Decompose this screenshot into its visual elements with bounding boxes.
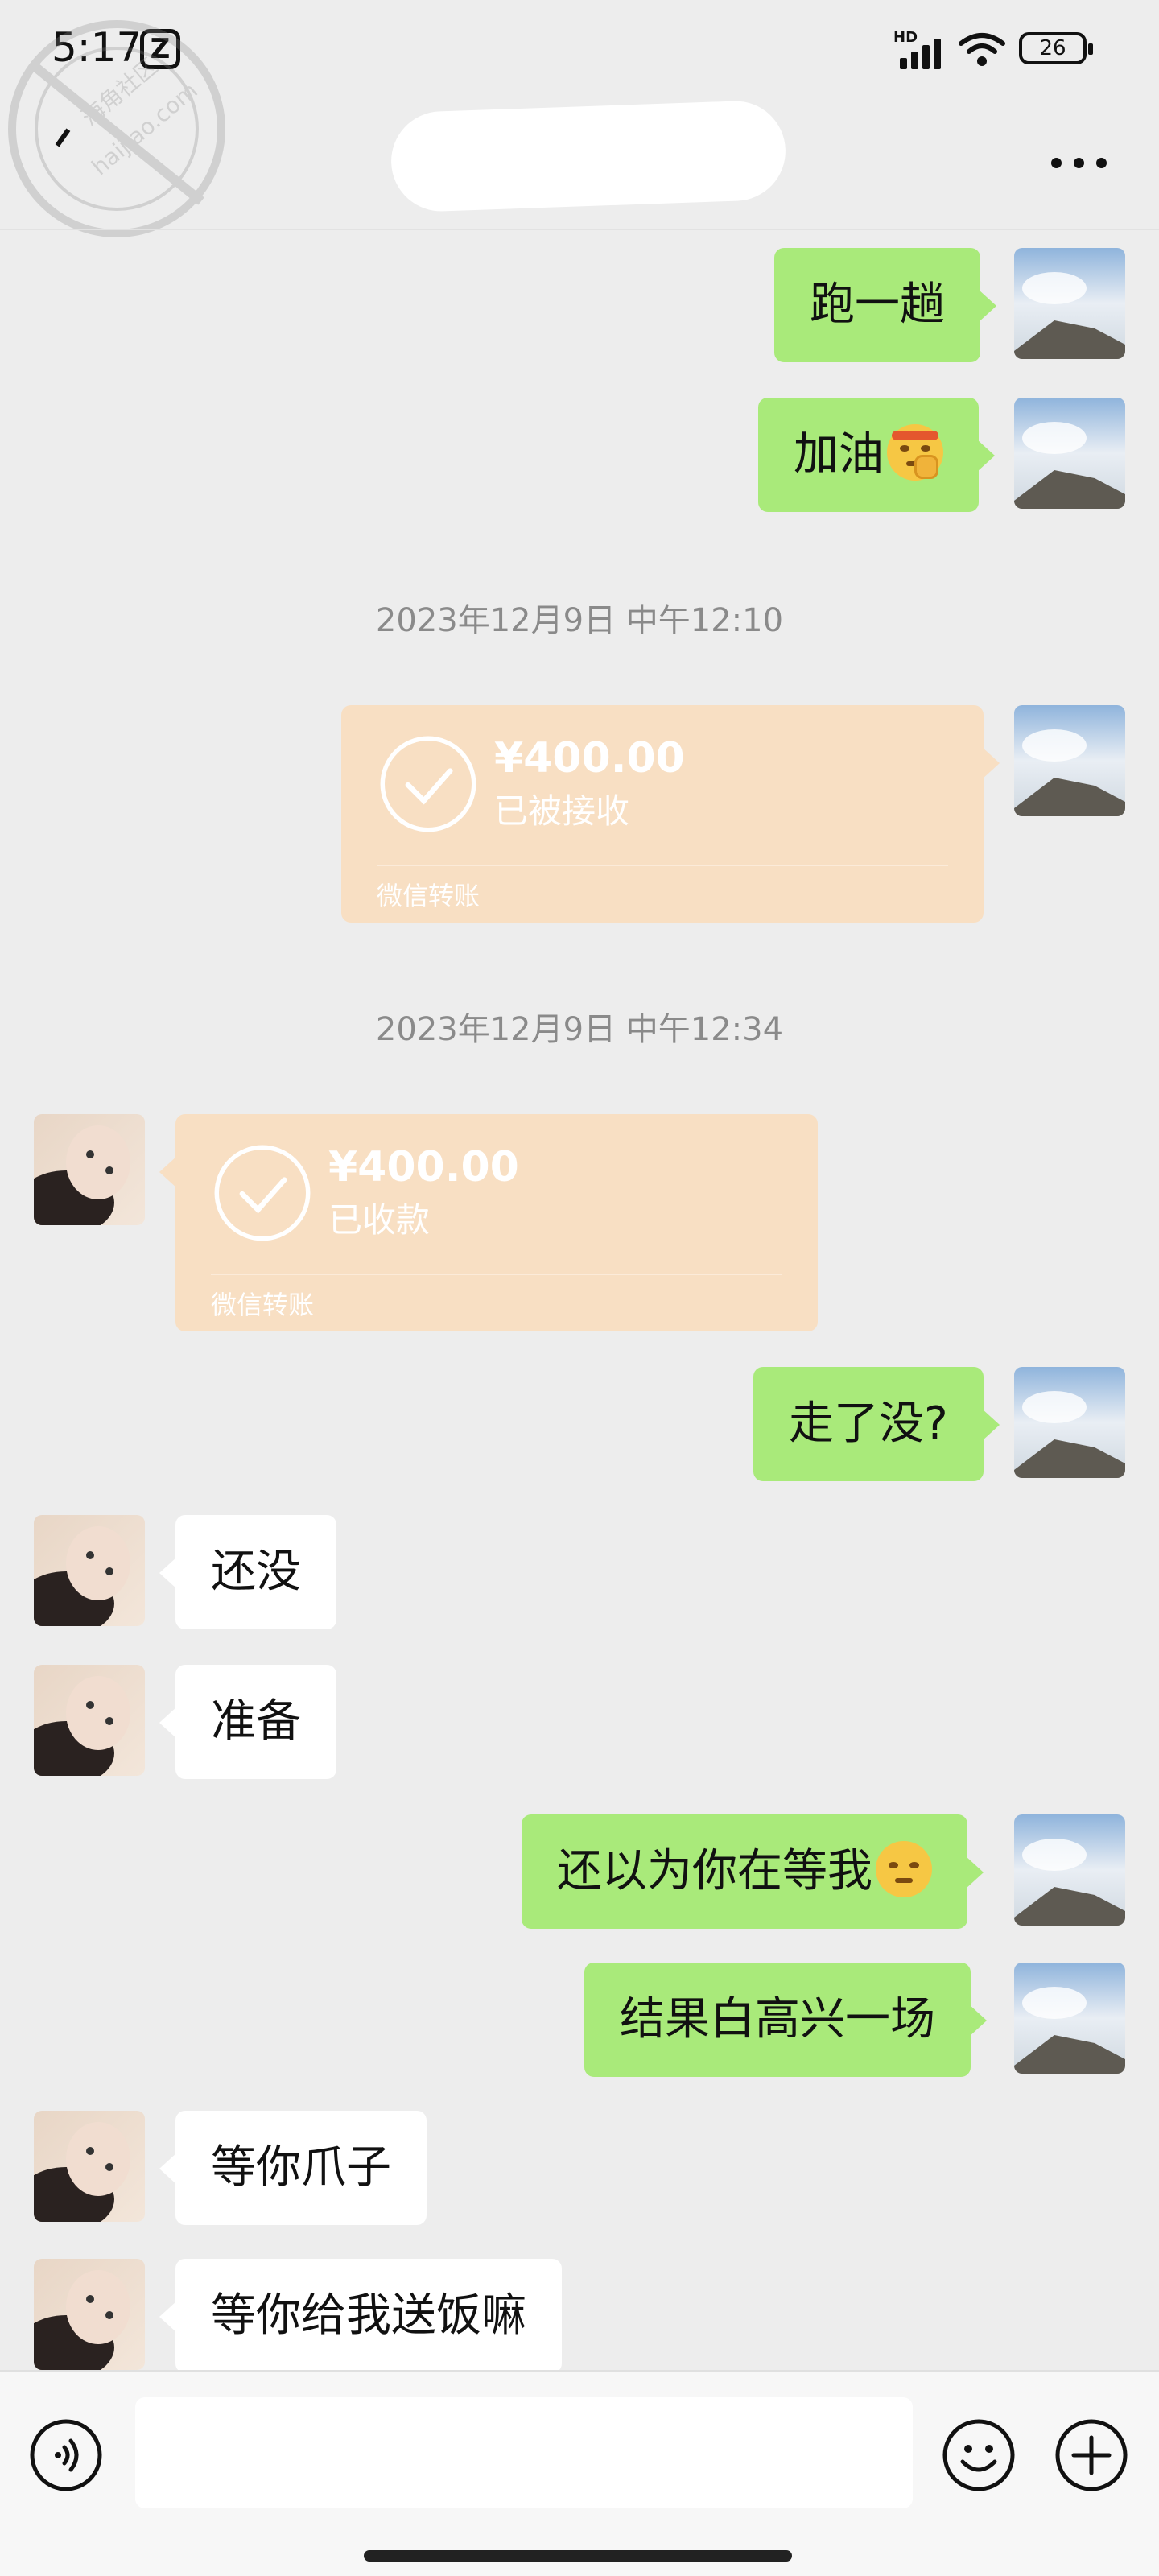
chat-bubble-outgoing[interactable]: 加油 <box>758 398 995 512</box>
transfer-card-incoming[interactable]: ¥400.00 已收款 微信转账 <box>159 1114 818 1331</box>
my-avatar[interactable] <box>1014 1814 1125 1926</box>
chat-bubble-outgoing[interactable]: 结果白高兴一场 <box>584 1963 987 2077</box>
message-text: 跑一趟 <box>810 279 945 331</box>
transfer-divider <box>377 865 948 866</box>
chat-bubble-incoming[interactable]: 等你爪子 <box>159 2111 427 2225</box>
message-timestamp: 2023年12月9日 中午12:34 <box>375 1011 784 1048</box>
chat-bubble-incoming[interactable]: 还没 <box>159 1515 336 1629</box>
contact-avatar[interactable] <box>34 1114 145 1225</box>
my-avatar[interactable] <box>1014 248 1125 359</box>
contact-avatar[interactable] <box>34 2111 145 2222</box>
contact-avatar[interactable] <box>34 1665 145 1776</box>
message-text: 加油 <box>794 428 884 481</box>
transfer-label: 微信转账 <box>211 1290 315 1320</box>
transfer-label: 微信转账 <box>377 881 481 911</box>
contact-avatar[interactable] <box>34 1515 145 1626</box>
emoji-icon[interactable] <box>942 2418 1016 2492</box>
transfer-card-outgoing[interactable]: ¥400.00 已被接收 微信转账 <box>341 705 1000 923</box>
signal-icon: HD <box>893 29 947 69</box>
transfer-divider <box>211 1274 782 1275</box>
message-text: 走了没? <box>789 1397 948 1450</box>
my-avatar[interactable] <box>1014 1367 1125 1478</box>
fist-headband-emoji-icon <box>887 423 943 481</box>
transfer-status: 已收款 <box>328 1200 431 1240</box>
message-text: 还没 <box>211 1546 301 1598</box>
chat-title-redacted <box>389 99 788 213</box>
checkmark-circle-icon <box>214 1145 311 1241</box>
voice-icon[interactable] <box>29 2418 103 2492</box>
chat-bubble-outgoing[interactable]: 跑一趟 <box>774 248 996 362</box>
chat-bubble-outgoing[interactable]: 走了没? <box>753 1367 1000 1481</box>
message-text: 等你给我送饭嘛 <box>211 2289 526 2342</box>
home-indicator[interactable] <box>364 2550 792 2562</box>
battery-icon: 26 <box>1019 32 1093 64</box>
message-text: 结果白高兴一场 <box>620 1993 935 2046</box>
wifi-icon <box>959 33 1005 66</box>
transfer-amount: ¥400.00 <box>328 1143 519 1191</box>
watermark-stamp: 海角社区 haijiao.com <box>8 20 225 237</box>
plus-icon[interactable] <box>1054 2418 1128 2492</box>
battery-level: 26 <box>1039 36 1066 60</box>
message-timestamp: 2023年12月9日 中午12:10 <box>375 602 784 639</box>
contact-avatar[interactable] <box>34 2259 145 2370</box>
my-avatar[interactable] <box>1014 705 1125 816</box>
message-text: 还以为你在等我 <box>557 1845 872 1897</box>
chat-bubble-incoming[interactable]: 等你给我送饭嘛 <box>159 2259 562 2373</box>
my-avatar[interactable] <box>1014 1963 1125 2074</box>
my-avatar[interactable] <box>1014 398 1125 509</box>
network-badge: HD <box>893 29 918 46</box>
pouting-face-emoji-icon <box>876 1840 932 1897</box>
chat-bubble-outgoing[interactable]: 还以为你在等我 <box>522 1814 984 1929</box>
message-text: 等你爪子 <box>211 2141 391 2194</box>
checkmark-circle-icon <box>380 736 476 832</box>
transfer-amount: ¥400.00 <box>494 734 685 782</box>
header-divider <box>0 229 1159 230</box>
more-icon[interactable] <box>1051 158 1107 169</box>
transfer-status: 已被接收 <box>494 791 630 831</box>
chat-bubble-incoming[interactable]: 准备 <box>159 1665 336 1779</box>
message-text: 准备 <box>211 1695 301 1748</box>
input-bar <box>0 2370 1159 2576</box>
message-input[interactable] <box>135 2397 913 2508</box>
